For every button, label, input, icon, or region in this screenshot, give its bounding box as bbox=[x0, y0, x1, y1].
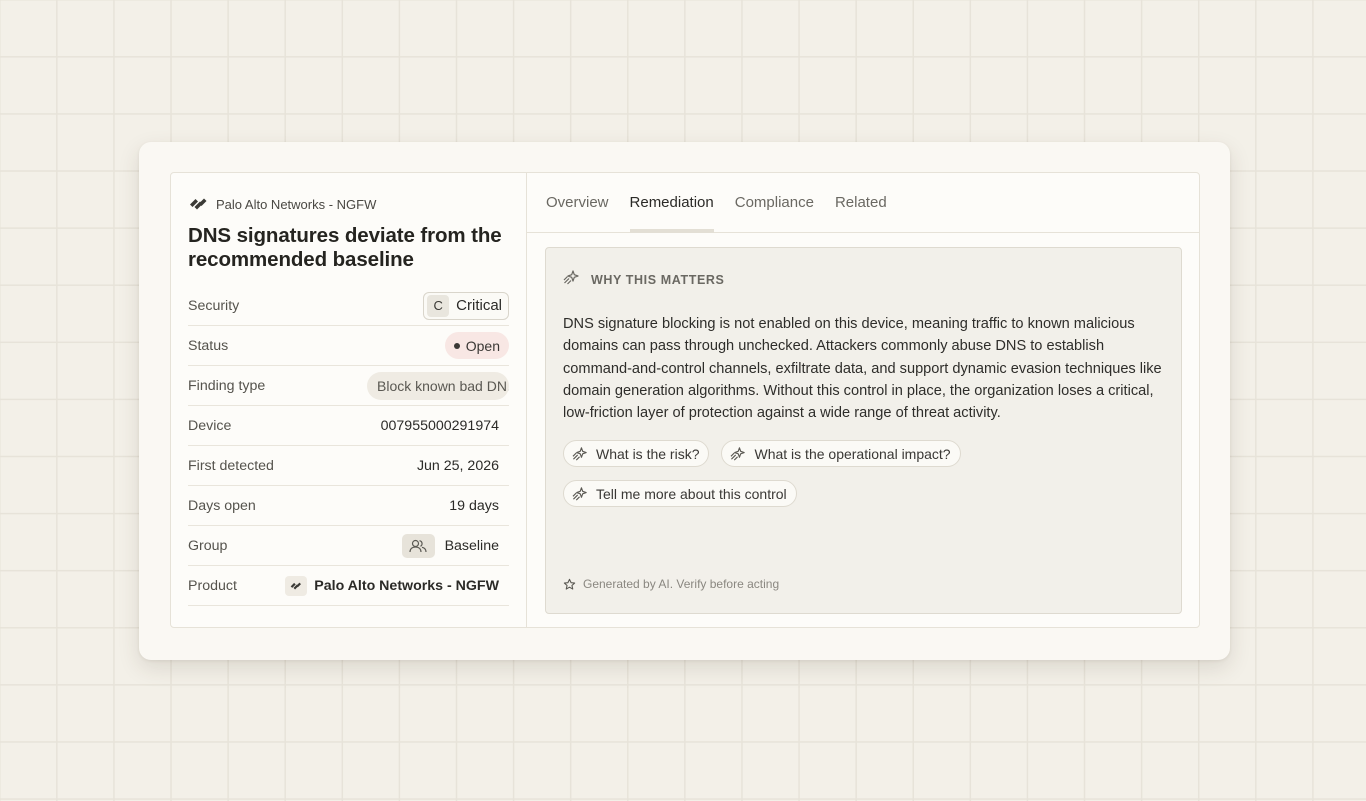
device-label: Device bbox=[188, 417, 232, 434]
prop-row-device: Device 007955000291974 bbox=[188, 406, 509, 446]
vendor-name: Palo Alto Networks - NGFW bbox=[216, 196, 377, 212]
prop-row-days-open: Days open 19 days bbox=[188, 486, 509, 526]
prompt-chip-risk[interactable]: What is the risk? bbox=[563, 440, 710, 468]
finding-type-chip[interactable]: Block known bad DN... bbox=[367, 371, 509, 400]
tab-compliance[interactable]: Compliance bbox=[735, 173, 814, 232]
ai-disclaimer: Generated by AI. Verify before acting bbox=[563, 577, 779, 591]
product-label: Product bbox=[188, 577, 237, 594]
product-value[interactable]: Palo Alto Networks - NGFW bbox=[285, 575, 509, 596]
prop-row-first-detected: First detected Jun 25, 2026 bbox=[188, 446, 509, 486]
prop-row-finding-type: Finding type Block known bad DN... bbox=[188, 366, 509, 406]
finding-type-label: Finding type bbox=[188, 377, 266, 394]
finding-title: DNS signatures deviate from the recommen… bbox=[188, 224, 502, 271]
first-detected-label: First detected bbox=[188, 457, 274, 474]
why-title: WHY THIS MATTERS bbox=[591, 272, 725, 287]
group-value[interactable]: Baseline bbox=[401, 533, 509, 558]
prompt-chip-label: What is the operational impact? bbox=[754, 445, 951, 462]
tab-bar: Overview Remediation Compliance Related bbox=[527, 173, 1199, 233]
palo-alto-logo-icon bbox=[188, 196, 209, 212]
tab-related[interactable]: Related bbox=[835, 173, 887, 232]
users-icon bbox=[401, 533, 435, 558]
star-icon bbox=[563, 578, 576, 590]
why-body-text: DNS signature blocking is not enabled on… bbox=[563, 316, 1162, 422]
ai-disclaimer-text: Generated by AI. Verify before acting bbox=[583, 577, 780, 591]
product-name: Palo Alto Networks - NGFW bbox=[314, 577, 499, 594]
prompt-chip-impact[interactable]: What is the operational impact? bbox=[721, 440, 961, 468]
palo-alto-logo-icon bbox=[285, 575, 308, 596]
why-this-matters-section: WHY THIS MATTERS DNS signature blocking … bbox=[545, 247, 1182, 614]
group-label: Group bbox=[188, 537, 228, 554]
severity-badge[interactable]: C Critical bbox=[423, 291, 509, 320]
device-value[interactable]: 007955000291974 bbox=[381, 418, 509, 434]
prompt-chip-label: What is the risk? bbox=[596, 445, 700, 462]
group-name: Baseline bbox=[444, 537, 499, 554]
security-label: Security bbox=[188, 297, 240, 314]
severity-value: Critical bbox=[456, 297, 502, 314]
days-open-value: 19 days bbox=[449, 497, 499, 514]
vendor-row: Palo Alto Networks - NGFW bbox=[188, 195, 509, 213]
why-header: WHY THIS MATTERS bbox=[563, 268, 1164, 291]
suggested-prompts: What is the risk? What is the operationa… bbox=[563, 440, 1003, 508]
status-value: Open bbox=[465, 337, 500, 354]
status-badge[interactable]: Open bbox=[444, 332, 509, 359]
prop-row-group: Group Baseline bbox=[188, 526, 509, 566]
prompt-chip-control[interactable]: Tell me more about this control bbox=[563, 480, 797, 508]
tab-overview[interactable]: Overview bbox=[546, 173, 609, 232]
finding-card: Palo Alto Networks - NGFW DNS signatures… bbox=[170, 172, 1200, 628]
properties-list: Security C Critical Status Open Finding … bbox=[188, 286, 509, 606]
sparkle-icon bbox=[572, 447, 587, 461]
days-open-label: Days open bbox=[188, 497, 256, 514]
prop-row-status: Status Open bbox=[188, 326, 509, 366]
prop-row-security: Security C Critical bbox=[188, 286, 509, 326]
status-dot-icon bbox=[453, 342, 460, 349]
content-panel: Overview Remediation Compliance Related bbox=[527, 173, 1199, 627]
status-label: Status bbox=[188, 337, 229, 354]
sparkle-icon bbox=[563, 268, 581, 291]
first-detected-value: Jun 25, 2026 bbox=[416, 457, 499, 474]
tab-remediation[interactable]: Remediation bbox=[629, 173, 714, 233]
sparkle-icon bbox=[731, 447, 746, 461]
severity-letter: C bbox=[427, 294, 450, 317]
finding-details-panel: Palo Alto Networks - NGFW DNS signatures… bbox=[171, 173, 527, 627]
finding-card-wrapper: Palo Alto Networks - NGFW DNS signatures… bbox=[139, 142, 1230, 660]
prompt-chip-label: Tell me more about this control bbox=[596, 485, 787, 502]
sparkle-icon bbox=[572, 487, 587, 501]
prop-row-product: Product Palo Alto Networks - NGFW bbox=[188, 566, 509, 606]
